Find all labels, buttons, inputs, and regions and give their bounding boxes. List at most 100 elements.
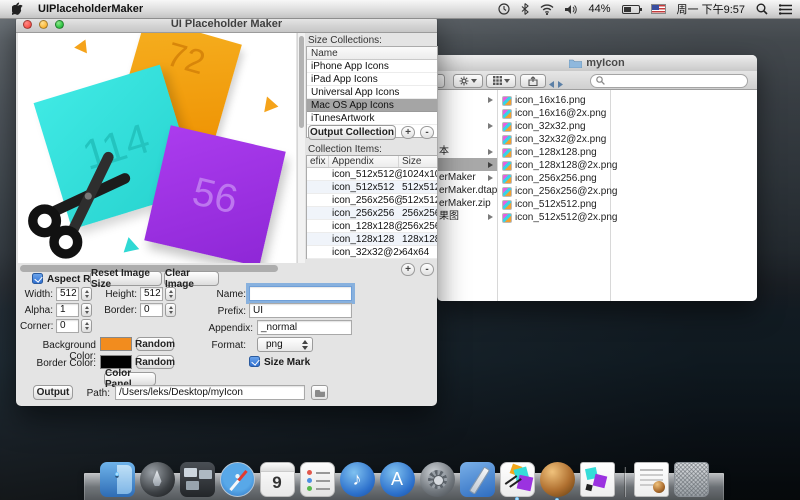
width-stepper[interactable] — [81, 287, 92, 301]
folder-row[interactable] — [437, 119, 497, 132]
folder-row[interactable] — [437, 132, 497, 145]
dock-icon-app-store[interactable]: A — [380, 462, 415, 497]
folder-row[interactable] — [437, 93, 497, 106]
folder-row[interactable]: 本 — [437, 145, 497, 158]
remove-item-button[interactable]: - — [420, 263, 434, 276]
spotlight-search-icon[interactable] — [756, 3, 768, 15]
item-row[interactable]: icon_128x128@2x256x256 — [307, 220, 437, 233]
file-row[interactable]: icon_128x128@2x.png — [498, 159, 610, 172]
dock-icon-uiplaceholdermaker[interactable] — [500, 462, 535, 497]
notification-center-icon[interactable] — [779, 4, 792, 15]
battery-percent[interactable]: 44% — [589, 3, 611, 15]
dock-icon-safari[interactable] — [220, 462, 255, 497]
minimize-button[interactable] — [39, 20, 48, 29]
finder-titlebar[interactable]: myIcon — [437, 55, 757, 71]
folder-row[interactable]: 果图 — [437, 210, 497, 223]
dock-icon-itunes[interactable]: ♪ — [340, 462, 375, 497]
close-button[interactable] — [23, 20, 32, 29]
border-random-button[interactable]: Random — [136, 355, 174, 369]
share-button[interactable] — [520, 74, 546, 88]
item-row[interactable]: icon_256x256256x256 — [307, 207, 437, 220]
file-row[interactable]: erMaker.zip — [437, 197, 497, 210]
search-input[interactable] — [590, 74, 748, 88]
border-color-swatch[interactable] — [100, 355, 132, 369]
dock-icon-reminders[interactable] — [300, 462, 335, 497]
dock-icon-finder[interactable] — [100, 462, 135, 497]
name-input[interactable] — [249, 286, 352, 301]
add-collection-button[interactable]: + — [401, 126, 415, 139]
file-row[interactable]: icon_16x16.png — [498, 94, 610, 107]
dock-icon-xcode[interactable] — [460, 462, 495, 497]
column-header-appendix[interactable]: Appendix — [329, 156, 399, 167]
input-language-flag-icon[interactable] — [651, 4, 666, 14]
file-row[interactable]: icon_512x512@2x.png — [498, 211, 610, 224]
bluetooth-icon[interactable] — [521, 3, 529, 15]
view-options-button[interactable] — [486, 74, 516, 88]
recent-items-clock-icon[interactable] — [498, 3, 510, 15]
collection-row-selected[interactable]: Mac OS App Icons — [307, 99, 437, 112]
menu-clock[interactable]: 周一 下午9:57 — [677, 1, 745, 17]
aspect-ratio-checkbox[interactable] — [32, 273, 43, 284]
file-row[interactable]: icon_128x128.png — [498, 146, 610, 159]
browse-folder-button[interactable] — [311, 385, 328, 400]
file-row[interactable]: icon_32x32@2x.png — [498, 133, 610, 146]
alpha-input[interactable]: 1 — [56, 303, 79, 317]
item-row[interactable]: icon_128x128128x128 — [307, 233, 437, 246]
column-header-size[interactable]: Size — [399, 156, 437, 167]
column-header-prefix[interactable]: efix — [307, 156, 329, 167]
preview-vertical-scrollbar[interactable] — [297, 33, 305, 263]
file-row[interactable]: icon_256x256@2x.png — [498, 185, 610, 198]
selected-folder-row[interactable] — [437, 158, 497, 171]
item-row[interactable]: icon_512x512@2x1024x1024 — [307, 168, 437, 181]
file-row[interactable]: icon_512x512.png — [498, 198, 610, 211]
dock-icon-mission-control[interactable] — [180, 462, 215, 497]
format-dropdown[interactable]: png — [257, 337, 313, 352]
volume-icon[interactable] — [565, 4, 578, 15]
collection-row[interactable]: iTunesArtwork — [307, 112, 437, 125]
path-input[interactable]: /Users/leks/Desktop/myIcon — [115, 385, 305, 400]
battery-icon[interactable] — [622, 5, 640, 14]
zoom-button[interactable] — [55, 20, 64, 29]
apple-menu-icon[interactable] — [12, 2, 24, 16]
output-collection-button[interactable]: Output Collection — [308, 125, 396, 140]
add-item-button[interactable]: + — [401, 263, 415, 276]
border-input[interactable]: 0 — [140, 303, 163, 317]
clear-image-button[interactable]: Clear Image — [164, 271, 219, 286]
folder-row[interactable] — [437, 106, 497, 119]
prefix-input[interactable]: UI — [249, 303, 352, 318]
collection-row[interactable]: iPhone App Icons — [307, 60, 437, 73]
file-row[interactable]: icon_32x32.png — [498, 120, 610, 133]
border-stepper[interactable] — [165, 303, 176, 317]
corner-input[interactable]: 0 — [56, 319, 79, 333]
dock-icon-launchpad[interactable] — [140, 462, 175, 497]
background-color-swatch[interactable] — [100, 337, 132, 351]
item-row[interactable]: icon_512x512512x512 — [307, 181, 437, 194]
color-panel-button[interactable]: Color Panel — [104, 372, 156, 386]
dock-icon-calendar[interactable]: 9 — [260, 462, 295, 497]
item-row[interactable]: icon_256x256@2x512x512 — [307, 194, 437, 207]
file-row[interactable]: erMaker.dtapi — [437, 184, 497, 197]
dock-icon-preview-document[interactable] — [580, 462, 615, 497]
action-gear-button[interactable] — [453, 74, 483, 88]
dock-icon-trash[interactable] — [674, 462, 709, 497]
collection-row[interactable]: iPad App Icons — [307, 73, 437, 86]
background-random-button[interactable]: Random — [136, 337, 174, 351]
output-button[interactable]: Output — [33, 385, 73, 400]
file-row[interactable]: icon_256x256.png — [498, 172, 610, 185]
remove-collection-button[interactable]: - — [420, 126, 434, 139]
file-row[interactable]: icon_16x16@2x.png — [498, 107, 610, 120]
height-input[interactable]: 512 — [140, 287, 163, 301]
item-row[interactable]: icon_32x32@2x64x64 — [307, 246, 437, 259]
active-app-menu[interactable]: UIPlaceholderMaker — [38, 3, 143, 15]
collection-row[interactable]: Universal App Icons — [307, 86, 437, 99]
folder-row[interactable]: erMaker — [437, 171, 497, 184]
reset-image-size-button[interactable]: Reset Image Size — [90, 271, 162, 286]
corner-stepper[interactable] — [81, 319, 92, 333]
image-preview-canvas[interactable]: 72 114 56 — [18, 33, 296, 263]
width-input[interactable]: 512 — [56, 287, 79, 301]
height-stepper[interactable] — [165, 287, 176, 301]
wifi-icon[interactable] — [540, 4, 554, 15]
dock-icon-system-preferences[interactable] — [420, 462, 455, 497]
appendix-input[interactable]: _normal — [257, 320, 352, 335]
size-mark-checkbox[interactable] — [249, 356, 260, 367]
